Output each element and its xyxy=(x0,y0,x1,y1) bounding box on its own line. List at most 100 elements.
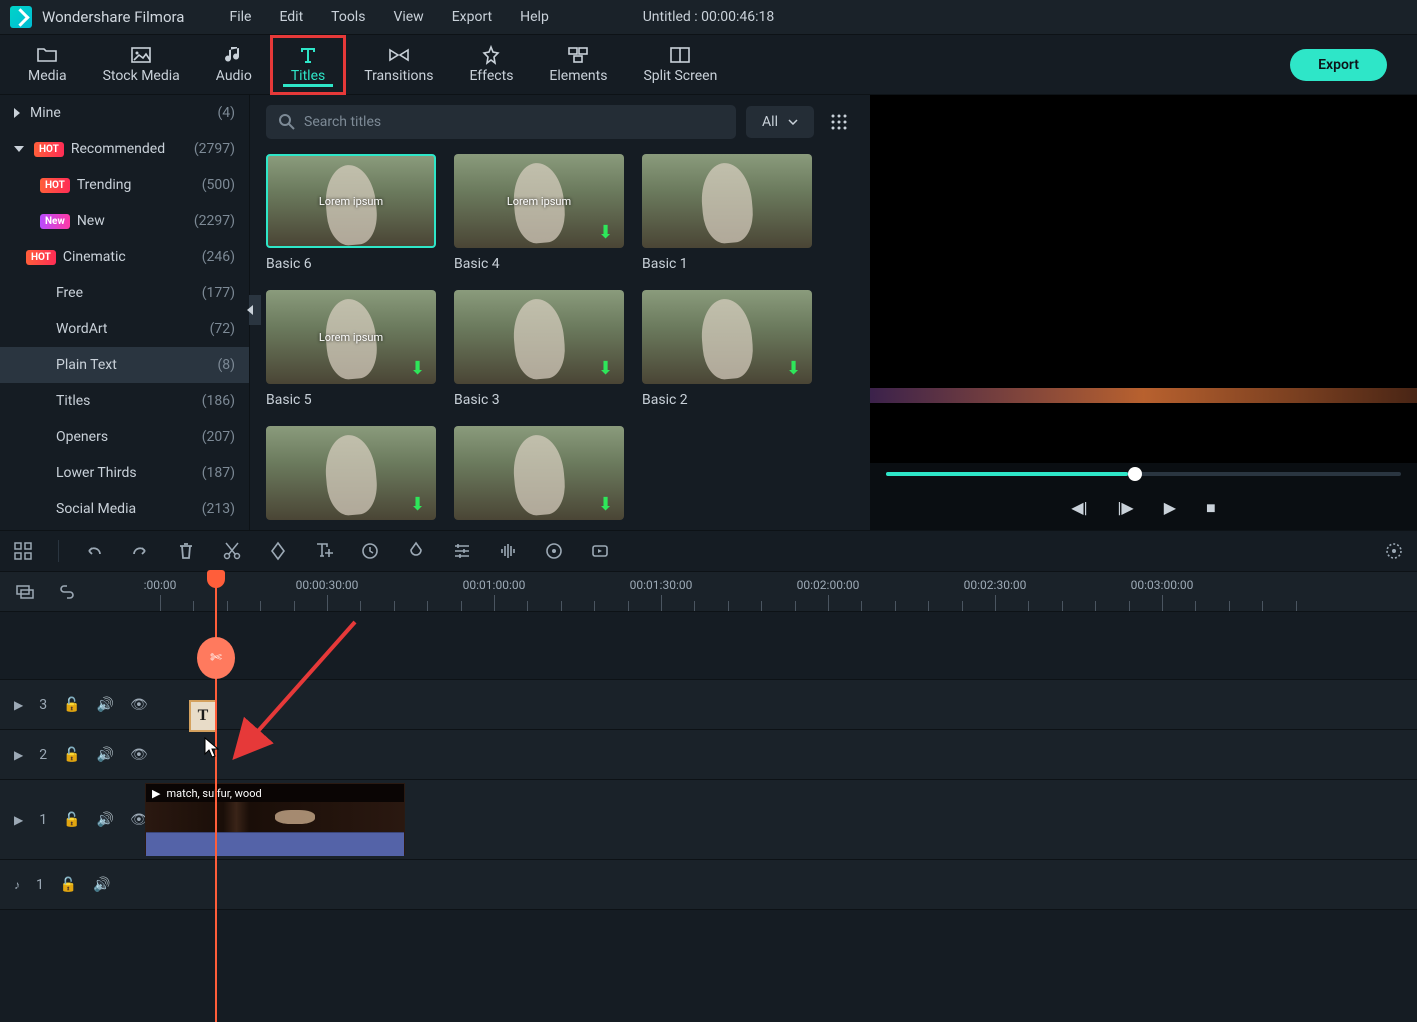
video-track-icon: ▶ xyxy=(14,813,23,827)
lock-icon[interactable]: 🔓 xyxy=(63,697,80,713)
title-card-label: Basic 3 xyxy=(454,392,624,408)
expand-icon xyxy=(14,108,20,118)
download-icon[interactable] xyxy=(598,494,616,512)
tab-effects[interactable]: Effects xyxy=(451,35,531,95)
ruler-label: 00:00:30:00 xyxy=(296,578,359,592)
sidebar-item-social-media[interactable]: Social Media (213) xyxy=(0,491,249,527)
title-card[interactable]: Basic 8 xyxy=(454,426,624,530)
new-badge: New xyxy=(40,214,70,229)
menu-export[interactable]: Export xyxy=(452,9,492,25)
tab-split-screen[interactable]: Split Screen xyxy=(625,35,735,95)
grid-view-toggle[interactable] xyxy=(824,107,854,137)
lock-icon[interactable]: 🔓 xyxy=(60,877,77,893)
download-icon[interactable] xyxy=(410,358,428,376)
lock-icon[interactable]: 🔓 xyxy=(63,747,80,763)
title-card[interactable]: Basic 2 xyxy=(642,290,812,408)
keyframe-button[interactable] xyxy=(543,540,565,562)
link-icon[interactable] xyxy=(56,581,78,603)
title-card-label: Basic 6 xyxy=(266,256,436,272)
ruler-label: 00:01:30:00 xyxy=(630,578,693,592)
sidebar-item-new[interactable]: New New (2297) xyxy=(0,203,249,239)
track-manager-icon[interactable] xyxy=(14,581,36,603)
sidebar-collapse-handle[interactable] xyxy=(249,295,261,325)
sidebar-item-lower-thirds[interactable]: Lower Thirds (187) xyxy=(0,455,249,491)
title-card[interactable]: Lorem ipsumBasic 4 xyxy=(454,154,624,272)
next-frame-button[interactable]: |▶ xyxy=(1118,498,1134,517)
preview-slider[interactable] xyxy=(870,463,1417,485)
ruler-label: 00:02:30:00 xyxy=(964,578,1027,592)
delete-button[interactable] xyxy=(175,540,197,562)
tab-elements[interactable]: Elements xyxy=(531,35,625,95)
layout-icon[interactable] xyxy=(12,540,34,562)
sidebar-item-plain-text[interactable]: Plain Text (8) xyxy=(0,347,249,383)
download-icon[interactable] xyxy=(410,494,428,512)
prev-frame-button[interactable]: ◀| xyxy=(1071,498,1087,517)
export-button[interactable]: Export xyxy=(1290,49,1387,81)
tab-stock-media[interactable]: Stock Media xyxy=(85,35,198,95)
timeline-settings-button[interactable] xyxy=(1383,540,1405,562)
adjust-button[interactable] xyxy=(451,540,473,562)
audio-tool-button[interactable] xyxy=(497,540,519,562)
title-card-label: Basic 7 xyxy=(266,528,436,530)
playhead[interactable] xyxy=(207,570,225,588)
menu-edit[interactable]: Edit xyxy=(279,9,303,25)
tab-media[interactable]: Media xyxy=(10,35,85,95)
filter-dropdown[interactable]: All xyxy=(746,106,814,138)
tab-transitions[interactable]: Transitions xyxy=(346,35,451,95)
title-card[interactable]: Lorem ipsumBasic 6 xyxy=(266,154,436,272)
chevron-down-icon xyxy=(788,119,798,125)
preview-canvas[interactable] xyxy=(870,95,1417,463)
download-icon[interactable] xyxy=(598,358,616,376)
audio-track-icon: ♪ xyxy=(14,878,20,892)
sidebar-item-titles[interactable]: Titles (186) xyxy=(0,383,249,419)
download-icon[interactable] xyxy=(786,358,804,376)
track-audio-1[interactable]: ♪ 1 🔓 🔊 xyxy=(0,860,1417,910)
title-card-label: Basic 1 xyxy=(642,256,812,272)
title-clip[interactable]: T xyxy=(189,700,217,732)
tab-titles[interactable]: Titles xyxy=(270,35,346,95)
sidebar-item-trending[interactable]: HOT Trending (500) xyxy=(0,167,249,203)
title-card[interactable]: Basic 1 xyxy=(642,154,812,272)
play-button[interactable]: ▶ xyxy=(1164,498,1176,517)
speed-button[interactable] xyxy=(359,540,381,562)
crop-button[interactable] xyxy=(267,540,289,562)
menu-tools[interactable]: Tools xyxy=(331,9,365,25)
title-card-label: Basic 2 xyxy=(642,392,812,408)
menu-help[interactable]: Help xyxy=(520,9,549,25)
title-card[interactable]: Basic 3 xyxy=(454,290,624,408)
split-screen-icon xyxy=(669,46,691,64)
redo-button[interactable] xyxy=(129,540,151,562)
mute-icon[interactable]: 🔊 xyxy=(97,697,114,713)
sidebar-item-wordart[interactable]: WordArt (72) xyxy=(0,311,249,347)
title-card[interactable]: Lorem ipsumBasic 5 xyxy=(266,290,436,408)
title-card-label: Basic 5 xyxy=(266,392,436,408)
track-video-2[interactable]: ▶ 2 🔓 🔊 👁 T xyxy=(0,730,1417,780)
sidebar-item-free[interactable]: Free (177) xyxy=(0,275,249,311)
lock-icon[interactable]: 🔓 xyxy=(63,812,80,828)
sidebar-item-mine[interactable]: Mine (4) xyxy=(0,95,249,131)
tab-audio[interactable]: Audio xyxy=(198,35,270,95)
undo-button[interactable] xyxy=(83,540,105,562)
color-button[interactable] xyxy=(405,540,427,562)
stop-button[interactable]: ■ xyxy=(1206,498,1216,518)
track-video-1[interactable]: ▶ 1 🔓 🔊 👁 ▶ match, sulfur, wood xyxy=(0,780,1417,860)
cut-button[interactable] xyxy=(221,540,243,562)
collapse-icon xyxy=(14,146,24,152)
download-icon[interactable] xyxy=(598,222,616,240)
sidebar-item-cinematic[interactable]: HOT Cinematic (246) xyxy=(0,239,249,275)
sidebar-item-recommended[interactable]: HOT Recommended (2797) xyxy=(0,131,249,167)
category-sidebar[interactable]: Mine (4) HOT Recommended (2797) HOT Tren… xyxy=(0,95,250,530)
search-input[interactable]: Search titles xyxy=(266,105,736,139)
mute-icon[interactable]: 🔊 xyxy=(93,877,110,893)
mute-icon[interactable]: 🔊 xyxy=(97,812,114,828)
render-button[interactable] xyxy=(589,540,611,562)
video-track-icon: ▶ xyxy=(14,698,23,712)
title-card[interactable]: Basic 7 xyxy=(266,426,436,530)
add-text-button[interactable] xyxy=(313,540,335,562)
video-clip[interactable]: ▶ match, sulfur, wood xyxy=(145,783,405,855)
menu-file[interactable]: File xyxy=(229,9,251,25)
sidebar-item-openers[interactable]: Openers (207) xyxy=(0,419,249,455)
menu-view[interactable]: View xyxy=(393,9,423,25)
mute-icon[interactable]: 🔊 xyxy=(97,747,114,763)
elements-icon xyxy=(567,46,589,64)
